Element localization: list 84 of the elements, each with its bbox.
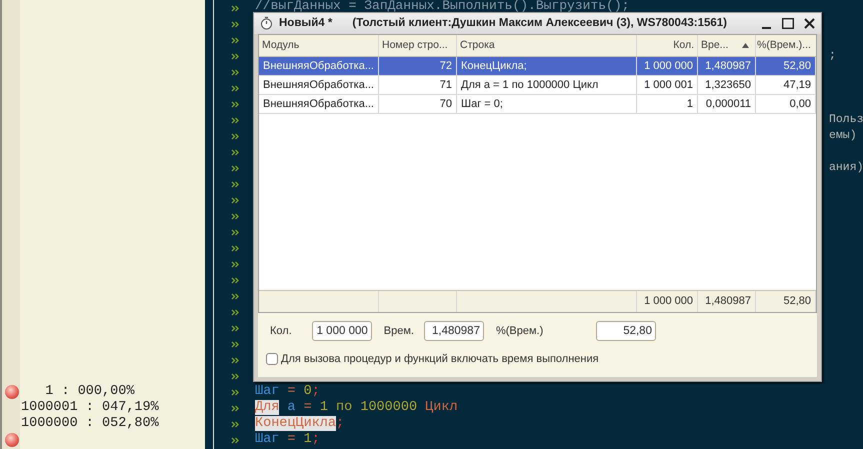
double-chevron-icon bbox=[230, 276, 238, 284]
table-cell: 1 000 001 bbox=[644, 78, 693, 91]
field-label: %(Врем.) bbox=[496, 324, 544, 339]
code-fragment: Польз bbox=[829, 112, 863, 128]
double-chevron-icon bbox=[230, 388, 238, 396]
code-fragment: емы) bbox=[829, 128, 857, 144]
column-header[interactable]: Строка bbox=[457, 34, 637, 56]
double-chevron-icon bbox=[230, 228, 238, 236]
value-field[interactable]: 52,80 bbox=[596, 321, 656, 341]
double-chevron-icon bbox=[230, 292, 238, 300]
table-cell: ВнешняяОбработка... bbox=[263, 98, 374, 110]
maximize-button[interactable] bbox=[782, 18, 794, 29]
table-cell: 1,480987 bbox=[705, 60, 751, 72]
table-cell: 0,000011 bbox=[706, 98, 751, 110]
double-chevron-icon bbox=[230, 244, 238, 252]
table-cell: 1,323650 bbox=[705, 78, 751, 91]
table-cell: 71 bbox=[440, 78, 452, 91]
table-cell: ВнешняяОбработка... bbox=[263, 78, 374, 91]
double-chevron-icon bbox=[230, 116, 238, 124]
table-cell: 52,80 bbox=[783, 60, 811, 72]
profile-annotation: 1000001 : 047,19% bbox=[20, 400, 159, 416]
close-button[interactable] bbox=[804, 18, 815, 29]
double-chevron-icon bbox=[230, 196, 238, 204]
table-cell: 0,00 bbox=[790, 98, 811, 110]
window-title: Новый4 * bbox=[279, 16, 332, 31]
code-line: Шаг = 0; bbox=[255, 384, 320, 399]
breakpoint-icon[interactable] bbox=[5, 433, 19, 447]
double-chevron-icon bbox=[230, 148, 238, 156]
double-chevron-icon bbox=[230, 404, 238, 412]
double-chevron-icon bbox=[230, 164, 238, 172]
profile-annotation: 1 : 000,00% bbox=[44, 384, 134, 400]
table-cell: 47,19 bbox=[783, 78, 811, 91]
double-chevron-icon bbox=[230, 4, 238, 12]
code-fragment: ания) bbox=[829, 160, 863, 176]
total-cell: 52,80 bbox=[783, 295, 811, 307]
column-header[interactable]: %(Врем.)... bbox=[756, 34, 816, 56]
breakpoint-icon[interactable] bbox=[5, 385, 19, 399]
checkbox[interactable] bbox=[266, 353, 278, 365]
table-row[interactable]: ВнешняяОбработка... 72 КонецЦикла; 1 000 000 1,480987 52,80 bbox=[259, 56, 816, 76]
column-header[interactable]: Номер стро... bbox=[379, 34, 457, 56]
column-header[interactable]: Модуль bbox=[259, 34, 379, 56]
table-cell: Шаг = 0; bbox=[461, 98, 503, 110]
double-chevron-icon bbox=[230, 308, 238, 316]
window-subtitle: (Толстый клиент:Душкин Максим Алексеевич (3), WS780043:1561) bbox=[352, 16, 727, 31]
table-cell: 1 bbox=[686, 98, 693, 110]
double-chevron-icon bbox=[230, 100, 238, 108]
double-chevron-icon bbox=[230, 436, 238, 444]
field-label: Врем. bbox=[384, 324, 414, 339]
profile-annotation: 1000000 : 052,80% bbox=[20, 416, 159, 432]
total-cell: 1,480987 bbox=[705, 295, 751, 307]
double-chevron-icon bbox=[230, 20, 238, 28]
double-chevron-icon bbox=[230, 260, 238, 268]
double-chevron-icon bbox=[230, 340, 238, 348]
code-line: Для а = 1 по 1000000 Цикл bbox=[255, 400, 458, 415]
sort-arrow-icon bbox=[742, 42, 749, 48]
double-chevron-icon bbox=[230, 68, 238, 76]
double-chevron-icon bbox=[230, 372, 238, 380]
code-fragment: ; bbox=[829, 48, 836, 64]
checkbox-label: Для вызова процедур и функций включать время выполнения bbox=[281, 352, 599, 367]
double-chevron-icon bbox=[230, 180, 238, 188]
value-field[interactable]: 1 000 000 bbox=[312, 321, 372, 341]
table-row[interactable]: ВнешняяОбработка... 71 Для а = 1 по 1000000 Цикл 1 000 001 1,323650 47,19 bbox=[259, 76, 816, 95]
column-header[interactable]: Кол. bbox=[637, 34, 698, 56]
double-chevron-icon bbox=[230, 324, 238, 332]
table-cell: 70 bbox=[440, 98, 452, 110]
double-chevron-icon bbox=[230, 132, 238, 140]
table-cell: КонецЦикла; bbox=[461, 60, 527, 72]
double-chevron-icon bbox=[230, 420, 238, 428]
table-cell: 1 000 000 bbox=[644, 60, 693, 72]
double-chevron-icon bbox=[230, 212, 238, 220]
double-chevron-icon bbox=[230, 84, 238, 92]
total-cell: 1 000 000 bbox=[644, 295, 693, 307]
double-chevron-icon bbox=[230, 36, 238, 44]
double-chevron-icon bbox=[230, 356, 238, 364]
double-chevron-icon bbox=[230, 52, 238, 60]
table-cell: ВнешняяОбработка... bbox=[263, 60, 374, 72]
column-header[interactable]: Вре... bbox=[698, 34, 756, 56]
code-line: Шаг = 1; bbox=[255, 432, 320, 447]
value-field[interactable]: 1,480987 bbox=[424, 321, 484, 341]
table-row[interactable]: ВнешняяОбработка... 70 Шаг = 0; 1 0,000011 0,00 bbox=[259, 94, 816, 114]
stopwatch-icon bbox=[260, 16, 273, 30]
table-cell: Для а = 1 по 1000000 Цикл bbox=[461, 78, 598, 91]
field-label: Кол. bbox=[270, 324, 292, 339]
table-cell: 72 bbox=[440, 60, 452, 72]
